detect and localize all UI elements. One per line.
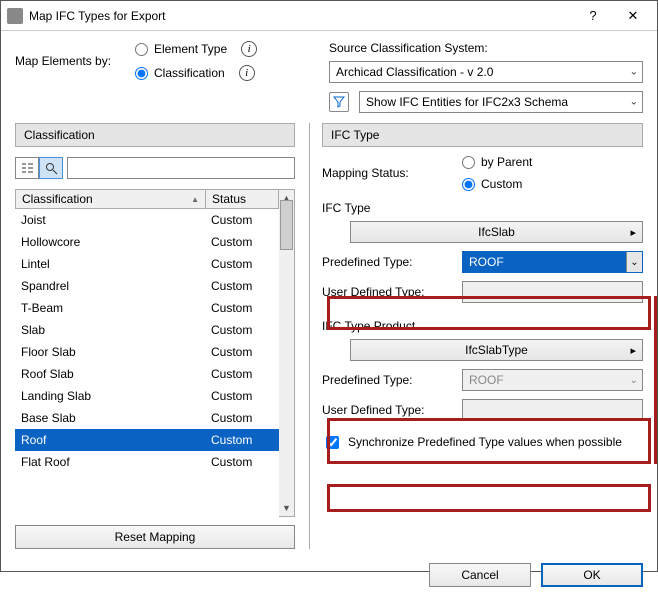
source-system-value: Archicad Classification - v 2.0 xyxy=(336,65,493,79)
chevron-right-icon: ▸ xyxy=(630,226,636,239)
chevron-right-icon: ▸ xyxy=(630,344,636,357)
sync-checkbox[interactable] xyxy=(326,436,339,449)
table-row[interactable]: T-BeamCustom xyxy=(15,297,279,319)
classification-panel: Classification Classification ▲ Status xyxy=(15,123,295,549)
predefined-type-value: ROOF xyxy=(469,255,504,269)
ifc-type-button[interactable]: IfcSlab ▸ xyxy=(350,221,643,243)
ifc-type-product-value: IfcSlabType xyxy=(465,343,528,357)
user-defined-type-field xyxy=(462,281,643,303)
filter-icon[interactable] xyxy=(329,92,349,112)
radio-custom-input[interactable] xyxy=(462,178,475,191)
ifc-type-label: IFC Type xyxy=(322,201,643,215)
user-defined-type-2-label: User Defined Type: xyxy=(322,403,462,417)
info-icon[interactable]: i xyxy=(241,41,257,57)
table-row[interactable]: Flat RoofCustom xyxy=(15,451,279,473)
table-row-selected[interactable]: RoofCustom xyxy=(15,429,279,451)
cancel-button[interactable]: Cancel xyxy=(429,563,531,587)
dialog-footer: Cancel OK xyxy=(1,557,657,597)
predefined-type-2-value: ROOF xyxy=(469,373,504,387)
predefined-type-2-combo: ROOF ⌄ xyxy=(462,369,643,391)
radio-element-type-input[interactable] xyxy=(135,43,148,56)
scroll-down-icon[interactable]: ▼ xyxy=(279,500,294,516)
table-scrollbar[interactable]: ▲ ▼ xyxy=(279,189,295,517)
classification-table: Classification ▲ Status JoistCustom Holl… xyxy=(15,189,279,517)
table-row[interactable]: Base SlabCustom xyxy=(15,407,279,429)
table-row[interactable]: LintelCustom xyxy=(15,253,279,275)
predefined-type-combo[interactable]: ROOF ⌄ xyxy=(462,251,643,273)
table-row[interactable]: SpandrelCustom xyxy=(15,275,279,297)
ifc-type-header: IFC Type xyxy=(322,123,643,147)
ifc-type-value: IfcSlab xyxy=(478,225,515,239)
table-row[interactable]: Floor SlabCustom xyxy=(15,341,279,363)
chevron-down-icon: ⌄ xyxy=(630,97,638,108)
reset-mapping-button[interactable]: Reset Mapping xyxy=(15,525,295,549)
radio-by-parent-label: by Parent xyxy=(481,155,532,169)
sync-label: Synchronize Predefined Type values when … xyxy=(348,435,622,449)
app-icon xyxy=(7,8,23,24)
source-system-combo[interactable]: Archicad Classification - v 2.0 ⌄ xyxy=(329,61,643,83)
ifc-type-product-label: IFC Type Product xyxy=(322,319,643,333)
col-status[interactable]: Status xyxy=(206,190,278,208)
table-body[interactable]: JoistCustom HollowcoreCustom LintelCusto… xyxy=(15,209,279,473)
radio-custom-label: Custom xyxy=(481,177,522,191)
tree-view-button[interactable] xyxy=(15,157,39,179)
classification-header: Classification xyxy=(15,123,295,147)
chevron-down-icon: ⌄ xyxy=(630,67,638,78)
table-row[interactable]: HollowcoreCustom xyxy=(15,231,279,253)
table-row[interactable]: SlabCustom xyxy=(15,319,279,341)
scroll-thumb[interactable] xyxy=(280,200,293,250)
source-section: Source Classification System: Archicad C… xyxy=(329,41,643,113)
source-label: Source Classification System: xyxy=(329,41,643,55)
ifc-type-product-button[interactable]: IfcSlabType ▸ xyxy=(350,339,643,361)
table-row[interactable]: Landing SlabCustom xyxy=(15,385,279,407)
sort-asc-icon: ▲ xyxy=(191,195,199,204)
radio-by-parent[interactable]: by Parent xyxy=(462,155,532,169)
radio-by-parent-input[interactable] xyxy=(462,156,475,169)
predefined-type-label: Predefined Type: xyxy=(322,255,462,269)
col-classification[interactable]: Classification xyxy=(22,192,93,206)
radio-element-type-label: Element Type xyxy=(154,42,227,56)
title-bar: Map IFC Types for Export ? ✕ xyxy=(1,1,657,31)
predefined-type-2-label: Predefined Type: xyxy=(322,373,462,387)
user-defined-type-label: User Defined Type: xyxy=(322,285,462,299)
ifc-type-panel: IFC Type Mapping Status: by Parent Custo… xyxy=(309,123,643,549)
user-defined-type-2-field xyxy=(462,399,643,421)
radio-classification-input[interactable] xyxy=(135,67,148,80)
map-by-label: Map Elements by: xyxy=(15,54,135,68)
search-input[interactable] xyxy=(67,157,295,179)
map-by-section: Map Elements by: Element Type i Classifi… xyxy=(15,41,305,113)
schema-filter-value: Show IFC Entities for IFC2x3 Schema xyxy=(366,95,568,109)
close-button[interactable]: ✕ xyxy=(613,1,653,31)
chevron-down-icon: ⌄ xyxy=(626,252,642,272)
radio-classification-label: Classification xyxy=(154,66,225,80)
schema-filter-combo[interactable]: Show IFC Entities for IFC2x3 Schema ⌄ xyxy=(359,91,643,113)
radio-classification[interactable]: Classification i xyxy=(135,65,257,81)
info-icon[interactable]: i xyxy=(239,65,255,81)
radio-element-type[interactable]: Element Type i xyxy=(135,41,257,57)
search-mode-button[interactable] xyxy=(39,157,63,179)
help-button[interactable]: ? xyxy=(573,1,613,31)
table-row[interactable]: JoistCustom xyxy=(15,209,279,231)
ok-button[interactable]: OK xyxy=(541,563,643,587)
chevron-down-icon: ⌄ xyxy=(630,375,638,386)
mapping-status-label: Mapping Status: xyxy=(322,166,462,180)
table-row[interactable]: Roof SlabCustom xyxy=(15,363,279,385)
radio-custom[interactable]: Custom xyxy=(462,177,532,191)
window-title: Map IFC Types for Export xyxy=(29,9,573,23)
